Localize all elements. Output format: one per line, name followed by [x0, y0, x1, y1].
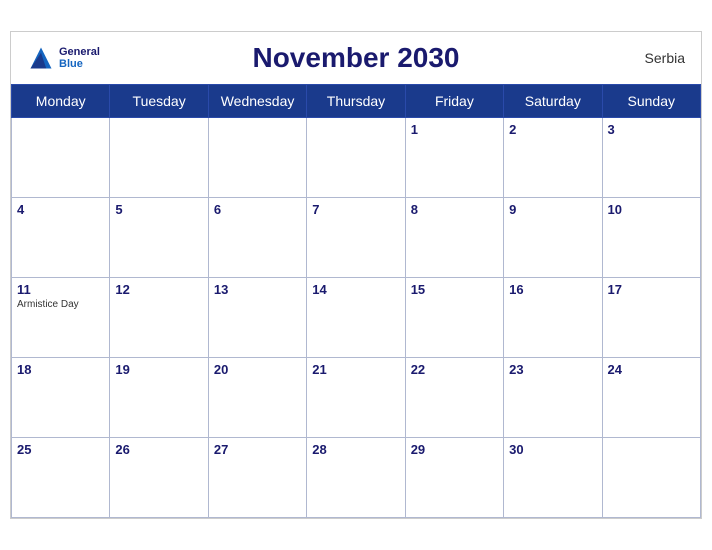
week-row-0: 123	[12, 118, 701, 198]
week-row-4: 25 26 27 28 29 30	[12, 438, 701, 518]
calendar-cell-3-5: 23	[504, 358, 602, 438]
day-number: 21	[312, 362, 399, 377]
calendar-table: MondayTuesdayWednesdayThursdayFridaySatu…	[11, 84, 701, 518]
calendar: General Blue November 2030 Serbia Monday…	[10, 31, 702, 519]
day-number: 4	[17, 202, 104, 217]
day-number: 28	[312, 442, 399, 457]
logo: General Blue	[27, 44, 100, 72]
calendar-cell-0-3	[307, 118, 405, 198]
week-row-1: 456789 10	[12, 198, 701, 278]
weekday-header-tuesday: Tuesday	[110, 85, 208, 118]
day-number: 26	[115, 442, 202, 457]
calendar-cell-2-3: 14	[307, 278, 405, 358]
day-event: Armistice Day	[17, 299, 104, 310]
logo-icon	[27, 44, 55, 72]
day-number: 19	[115, 362, 202, 377]
calendar-cell-0-2	[208, 118, 306, 198]
calendar-cell-1-1: 5	[110, 198, 208, 278]
logo-general: General	[59, 46, 100, 58]
calendar-cell-2-2: 13	[208, 278, 306, 358]
day-number: 7	[312, 202, 399, 217]
calendar-cell-0-4: 1	[405, 118, 503, 198]
calendar-cell-4-1: 26	[110, 438, 208, 518]
day-number: 15	[411, 282, 498, 297]
week-row-3: 18 19 20 21 22 23 24	[12, 358, 701, 438]
calendar-cell-3-6: 24	[602, 358, 700, 438]
weekday-header-sunday: Sunday	[602, 85, 700, 118]
week-row-2: 11 Armistice Day 12 13 14 15 16 17	[12, 278, 701, 358]
day-number: 13	[214, 282, 301, 297]
day-number: 6	[214, 202, 301, 217]
calendar-cell-2-1: 12	[110, 278, 208, 358]
calendar-cell-1-4: 8	[405, 198, 503, 278]
calendar-cell-2-0: 11 Armistice Day	[12, 278, 110, 358]
calendar-cell-1-0: 4	[12, 198, 110, 278]
day-number: 10	[608, 202, 695, 217]
day-number: 1	[411, 122, 498, 137]
day-number: 22	[411, 362, 498, 377]
day-number: 9	[509, 202, 596, 217]
calendar-title: November 2030	[252, 42, 459, 74]
calendar-cell-3-1: 19	[110, 358, 208, 438]
logo-blue: Blue	[59, 58, 100, 70]
calendar-cell-3-3: 21	[307, 358, 405, 438]
day-number: 11	[17, 282, 104, 297]
calendar-cell-4-0: 25	[12, 438, 110, 518]
weekday-header-wednesday: Wednesday	[208, 85, 306, 118]
day-number: 27	[214, 442, 301, 457]
day-number: 30	[509, 442, 596, 457]
day-number: 3	[608, 122, 695, 137]
day-number: 18	[17, 362, 104, 377]
weekday-header-monday: Monday	[12, 85, 110, 118]
day-number: 12	[115, 282, 202, 297]
weekday-header-row: MondayTuesdayWednesdayThursdayFridaySatu…	[12, 85, 701, 118]
logo-text: General Blue	[59, 46, 100, 70]
calendar-cell-2-5: 16	[504, 278, 602, 358]
day-number: 14	[312, 282, 399, 297]
calendar-cell-3-4: 22	[405, 358, 503, 438]
calendar-cell-0-1	[110, 118, 208, 198]
day-number: 25	[17, 442, 104, 457]
day-number: 16	[509, 282, 596, 297]
calendar-cell-3-2: 20	[208, 358, 306, 438]
calendar-cell-4-6	[602, 438, 700, 518]
day-number: 29	[411, 442, 498, 457]
calendar-cell-4-2: 27	[208, 438, 306, 518]
weekday-header-thursday: Thursday	[307, 85, 405, 118]
calendar-cell-4-5: 30	[504, 438, 602, 518]
calendar-cell-1-3: 7	[307, 198, 405, 278]
calendar-cell-2-6: 17	[602, 278, 700, 358]
calendar-cell-1-6: 10	[602, 198, 700, 278]
calendar-cell-4-3: 28	[307, 438, 405, 518]
weekday-header-friday: Friday	[405, 85, 503, 118]
calendar-cell-3-0: 18	[12, 358, 110, 438]
day-number: 23	[509, 362, 596, 377]
calendar-cell-0-0	[12, 118, 110, 198]
calendar-cell-0-5: 2	[504, 118, 602, 198]
calendar-header: General Blue November 2030 Serbia	[11, 32, 701, 84]
day-number: 20	[214, 362, 301, 377]
calendar-cell-0-6: 3	[602, 118, 700, 198]
calendar-cell-4-4: 29	[405, 438, 503, 518]
day-number: 8	[411, 202, 498, 217]
country-label: Serbia	[645, 50, 685, 66]
day-number: 5	[115, 202, 202, 217]
calendar-cell-1-5: 9	[504, 198, 602, 278]
day-number: 24	[608, 362, 695, 377]
day-number: 17	[608, 282, 695, 297]
day-number: 2	[509, 122, 596, 137]
calendar-cell-1-2: 6	[208, 198, 306, 278]
weekday-header-saturday: Saturday	[504, 85, 602, 118]
calendar-cell-2-4: 15	[405, 278, 503, 358]
